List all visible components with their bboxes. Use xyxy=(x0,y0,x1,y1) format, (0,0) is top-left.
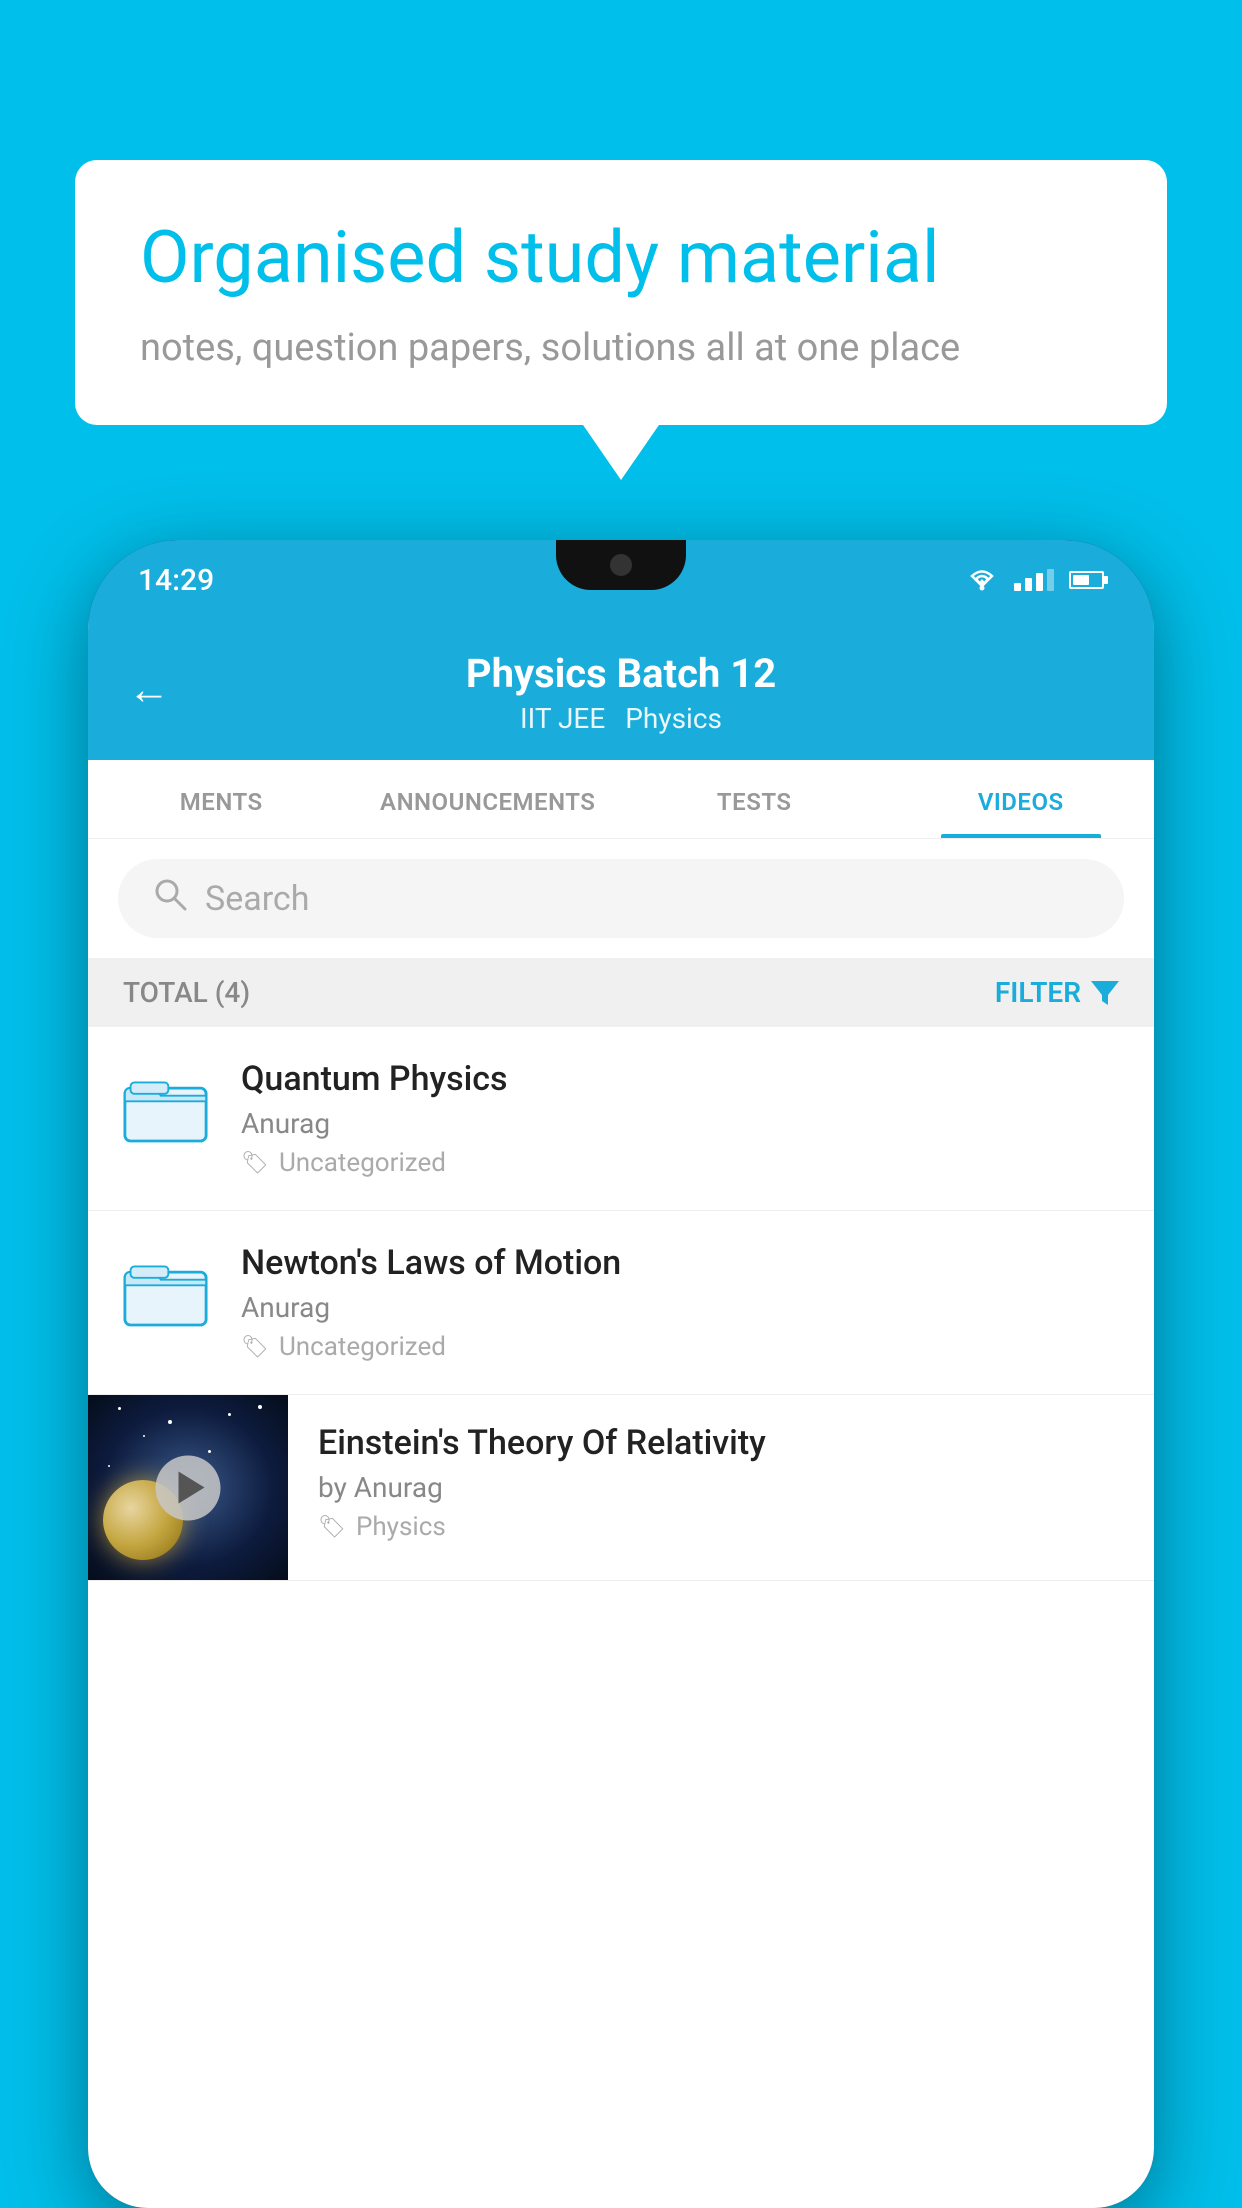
speech-bubble-container: Organised study material notes, question… xyxy=(75,160,1167,425)
status-icons xyxy=(965,568,1104,592)
video-info: Quantum Physics Anurag 🏷 Uncategorized xyxy=(241,1059,1119,1178)
filter-icon xyxy=(1091,981,1119,1005)
bubble-subtitle: notes, question papers, solutions all at… xyxy=(140,326,1102,370)
header-subtitle-iit: IIT JEE xyxy=(520,702,605,735)
video-tag: 🏷 Physics xyxy=(318,1512,1124,1542)
folder-icon xyxy=(123,1067,208,1147)
tabs-bar: MENTS ANNOUNCEMENTS TESTS VIDEOS xyxy=(88,760,1154,839)
wifi-icon xyxy=(965,568,999,592)
video-author: Anurag xyxy=(241,1291,1119,1324)
tab-tests[interactable]: TESTS xyxy=(621,760,888,838)
notch xyxy=(556,540,686,590)
phone-screen: ← Physics Batch 12 IIT JEE Physics MENTS… xyxy=(88,620,1154,2208)
camera xyxy=(610,554,632,576)
total-count: TOTAL (4) xyxy=(123,976,250,1009)
status-bar: 14:29 xyxy=(88,540,1154,620)
app-header: ← Physics Batch 12 IIT JEE Physics xyxy=(88,620,1154,760)
list-item[interactable]: Quantum Physics Anurag 🏷 Uncategorized xyxy=(88,1027,1154,1211)
list-item[interactable]: Newton's Laws of Motion Anurag 🏷 Uncateg… xyxy=(88,1211,1154,1395)
folder-thumbnail xyxy=(123,1243,213,1335)
phone-frame: 14:29 xyxy=(88,540,1154,2208)
back-button[interactable]: ← xyxy=(128,666,170,715)
speech-bubble: Organised study material notes, question… xyxy=(75,160,1167,425)
app-background: Organised study material notes, question… xyxy=(0,0,1242,2208)
video-info: Newton's Laws of Motion Anurag 🏷 Uncateg… xyxy=(241,1243,1119,1362)
tab-videos[interactable]: VIDEOS xyxy=(888,760,1155,838)
list-item[interactable]: Einstein's Theory Of Relativity by Anura… xyxy=(88,1395,1154,1581)
video-title: Einstein's Theory Of Relativity xyxy=(318,1423,1124,1463)
header-subtitle-physics: Physics xyxy=(625,702,722,735)
video-title: Quantum Physics xyxy=(241,1059,1119,1099)
tab-ments[interactable]: MENTS xyxy=(88,760,355,838)
status-time: 14:29 xyxy=(138,563,214,598)
signal-icon xyxy=(1014,569,1054,591)
video-title: Newton's Laws of Motion xyxy=(241,1243,1119,1283)
video-tag: 🏷 Uncategorized xyxy=(241,1332,1119,1362)
tag-icon: 🏷 xyxy=(241,1335,269,1360)
search-bar-container: Search xyxy=(88,839,1154,958)
battery-icon xyxy=(1069,571,1104,589)
bubble-title: Organised study material xyxy=(140,215,1102,301)
folder-icon xyxy=(123,1251,208,1331)
video-tag: 🏷 Uncategorized xyxy=(241,1148,1119,1178)
play-triangle-icon xyxy=(178,1472,204,1504)
video-author: by Anurag xyxy=(318,1471,1124,1504)
header-title: Physics Batch 12 xyxy=(466,650,776,697)
video-list: Quantum Physics Anurag 🏷 Uncategorized xyxy=(88,1027,1154,1581)
search-input[interactable]: Search xyxy=(205,879,309,919)
tag-icon: 🏷 xyxy=(241,1151,269,1176)
play-button[interactable] xyxy=(156,1455,221,1520)
tag-icon: 🏷 xyxy=(318,1515,346,1540)
video-info: Einstein's Theory Of Relativity by Anura… xyxy=(288,1395,1154,1570)
video-thumbnail xyxy=(88,1395,288,1580)
tab-announcements[interactable]: ANNOUNCEMENTS xyxy=(355,760,622,838)
header-subtitle: IIT JEE Physics xyxy=(520,702,722,735)
search-icon xyxy=(153,877,187,920)
search-bar[interactable]: Search xyxy=(118,859,1124,938)
video-author: Anurag xyxy=(241,1107,1119,1140)
folder-thumbnail xyxy=(123,1059,213,1151)
filter-row: TOTAL (4) FILTER xyxy=(88,958,1154,1027)
filter-button[interactable]: FILTER xyxy=(995,976,1119,1009)
